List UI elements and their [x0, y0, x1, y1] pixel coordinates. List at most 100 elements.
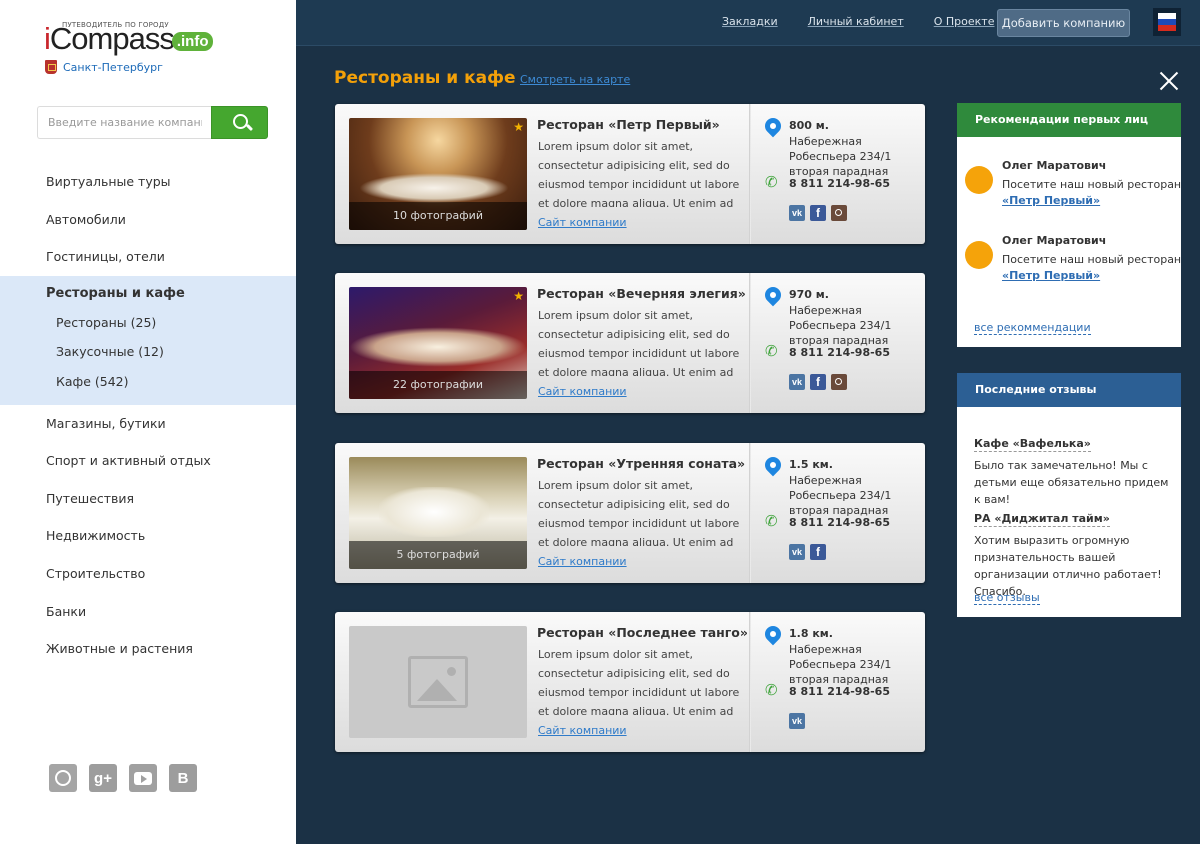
distance: 800 м.: [789, 119, 829, 132]
company-site-link[interactable]: Сайт компании: [538, 724, 627, 737]
listing-title[interactable]: Ресторан «Утренняя соната»: [537, 456, 745, 471]
listing-photo[interactable]: ★ 10 фотографий: [349, 118, 527, 230]
listing-card[interactable]: Ресторан «Последнее танго» Lorem ipsum do…: [335, 612, 925, 752]
recommendation-link[interactable]: «Петр Первый»: [1002, 269, 1100, 282]
menu-item[interactable]: Животные и растения: [0, 630, 296, 668]
phone-icon: ✆: [765, 681, 778, 699]
google-plus-icon[interactable]: g+: [89, 764, 117, 792]
distance: 970 м.: [789, 288, 829, 301]
divider: [749, 104, 751, 244]
submenu-item[interactable]: Кафе (542): [0, 367, 296, 397]
review-text: Хотим выразить огромную признательность …: [974, 534, 1162, 598]
close-icon[interactable]: [1157, 69, 1181, 93]
review-title[interactable]: Кафе «Вафелька»: [974, 437, 1091, 452]
city-coat-of-arms-icon: [45, 60, 57, 74]
listing-photo[interactable]: [349, 626, 527, 738]
language-flag-icon[interactable]: [1153, 8, 1181, 36]
listing-description: Lorem ipsum dolor sit amet, consectetur …: [538, 140, 740, 207]
phone-icon: ✆: [765, 512, 778, 530]
instagram-icon[interactable]: [49, 764, 77, 792]
map-pin-icon[interactable]: [765, 118, 781, 142]
listing-photo[interactable]: 5 фотографий: [349, 457, 527, 569]
star-icon: ★: [513, 120, 524, 134]
logo[interactable]: ПУТЕВОДИТЕЛЬ ПО ГОРОДУ iCompass .info: [44, 21, 214, 56]
vk-icon[interactable]: vk: [789, 713, 805, 729]
instagram-icon[interactable]: [831, 205, 847, 221]
all-reviews-link[interactable]: все отзывы: [974, 591, 1040, 605]
menu-item[interactable]: Гостиницы, отели: [0, 238, 296, 276]
menu-item[interactable]: Путешествия: [0, 480, 296, 518]
photo-count: 22 фотографии: [349, 371, 527, 399]
listing-description: Lorem ipsum dolor sit amet, consectetur …: [538, 479, 740, 546]
listing-title[interactable]: Ресторан «Вечерняя элегия»: [537, 286, 746, 301]
submenu-item[interactable]: Закусочные (12): [0, 337, 296, 367]
category-menu: Виртуальные туры Автомобили Гостиницы, о…: [0, 163, 296, 668]
about-link[interactable]: О Проекте: [934, 15, 995, 28]
listing-card[interactable]: ★ 10 фотографий Ресторан «Петр Первый» Lore…: [335, 104, 925, 244]
image-placeholder-icon: [408, 656, 468, 708]
recommender-name: Олег Маратович: [1002, 234, 1107, 247]
company-site-link[interactable]: Сайт компании: [538, 385, 627, 398]
listing-title[interactable]: Ресторан «Петр Первый»: [537, 117, 720, 132]
vk-icon[interactable]: vk: [789, 205, 805, 221]
instagram-icon[interactable]: [831, 374, 847, 390]
account-link[interactable]: Личный кабинет: [808, 15, 904, 28]
sidebar: ПУТЕВОДИТЕЛЬ ПО ГОРОДУ iCompass .info Сан…: [0, 0, 296, 844]
recommendation-link[interactable]: «Петр Первый»: [1002, 194, 1100, 207]
recommendation-text: Посетите наш новый ресторан: [1002, 253, 1182, 266]
bookmarks-link[interactable]: Закладки: [722, 15, 778, 28]
search-button[interactable]: [211, 106, 268, 139]
listing-photo[interactable]: ★ 22 фотографии: [349, 287, 527, 399]
submenu-item[interactable]: Рестораны (25): [0, 308, 296, 338]
menu-item[interactable]: Магазины, бутики: [0, 405, 296, 443]
address: Набережная Робеспьера 234/1 вторая парад…: [789, 135, 892, 178]
company-site-link[interactable]: Сайт компании: [538, 216, 627, 229]
vk-icon[interactable]: vk: [789, 544, 805, 560]
menu-item[interactable]: Автомобили: [0, 201, 296, 239]
menu-item[interactable]: Строительство: [0, 555, 296, 593]
all-recommendations-link[interactable]: все рекоммендации: [974, 321, 1091, 335]
review-title[interactable]: РА «Диджитал тайм»: [974, 512, 1110, 527]
listing-title[interactable]: Ресторан «Последнее танго»: [537, 625, 748, 640]
photo-count: 10 фотографий: [349, 202, 527, 230]
view-map-link[interactable]: Смотреть на карте: [520, 73, 630, 86]
logo-tagline: ПУТЕВОДИТЕЛЬ ПО ГОРОДУ: [62, 21, 169, 29]
address: Набережная Робеспьера 234/1 вторая парад…: [789, 304, 892, 347]
map-pin-icon[interactable]: [765, 626, 781, 650]
phone-number: 8 811 214-98-65: [789, 346, 890, 359]
distance: 1.5 км.: [789, 458, 833, 471]
menu-item[interactable]: Спорт и активный отдых: [0, 442, 296, 480]
menu-item[interactable]: Виртуальные туры: [0, 163, 296, 201]
listing-card[interactable]: 5 фотографий Ресторан «Утренняя соната» Lo…: [335, 443, 925, 583]
social-links: g+ B: [49, 764, 197, 792]
company-site-link[interactable]: Сайт компании: [538, 555, 627, 568]
facebook-icon[interactable]: f: [810, 544, 826, 560]
divider: [749, 443, 751, 583]
phone-number: 8 811 214-98-65: [789, 516, 890, 529]
add-company-button[interactable]: Добавить компанию: [997, 9, 1130, 37]
review-item: РА «Диджитал тайм» Хотим выразить огромн…: [974, 507, 1174, 600]
search-input[interactable]: [37, 106, 212, 139]
city-selector[interactable]: Санкт-Петербург: [45, 60, 163, 74]
menu-item[interactable]: Недвижимость: [0, 517, 296, 555]
menu-item-active[interactable]: Рестораны и кафе: [0, 280, 296, 308]
vk-icon[interactable]: vk: [789, 374, 805, 390]
avatar: [965, 166, 993, 194]
facebook-icon[interactable]: f: [810, 205, 826, 221]
menu-item[interactable]: Банки: [0, 593, 296, 631]
phone-number: 8 811 214-98-65: [789, 685, 890, 698]
listing-card[interactable]: ★ 22 фотографии Ресторан «Вечерняя элегия»…: [335, 273, 925, 413]
recommendations-title: Рекомендации первых лиц: [957, 103, 1181, 137]
recommendation-text: Посетите наш новый ресторан: [1002, 178, 1182, 191]
facebook-icon[interactable]: f: [810, 374, 826, 390]
social-networks: vk f: [789, 544, 826, 560]
phone-icon: ✆: [765, 173, 778, 191]
page-title: Рестораны и кафе: [334, 68, 516, 88]
vk-icon[interactable]: B: [169, 764, 197, 792]
map-pin-icon[interactable]: [765, 457, 781, 481]
flag-stripe: [1158, 25, 1176, 31]
map-pin-icon[interactable]: [765, 287, 781, 311]
recommender-name: Олег Маратович: [1002, 159, 1107, 172]
youtube-icon[interactable]: [129, 764, 157, 792]
address: Набережная Робеспьера 234/1 вторая парад…: [789, 474, 892, 517]
